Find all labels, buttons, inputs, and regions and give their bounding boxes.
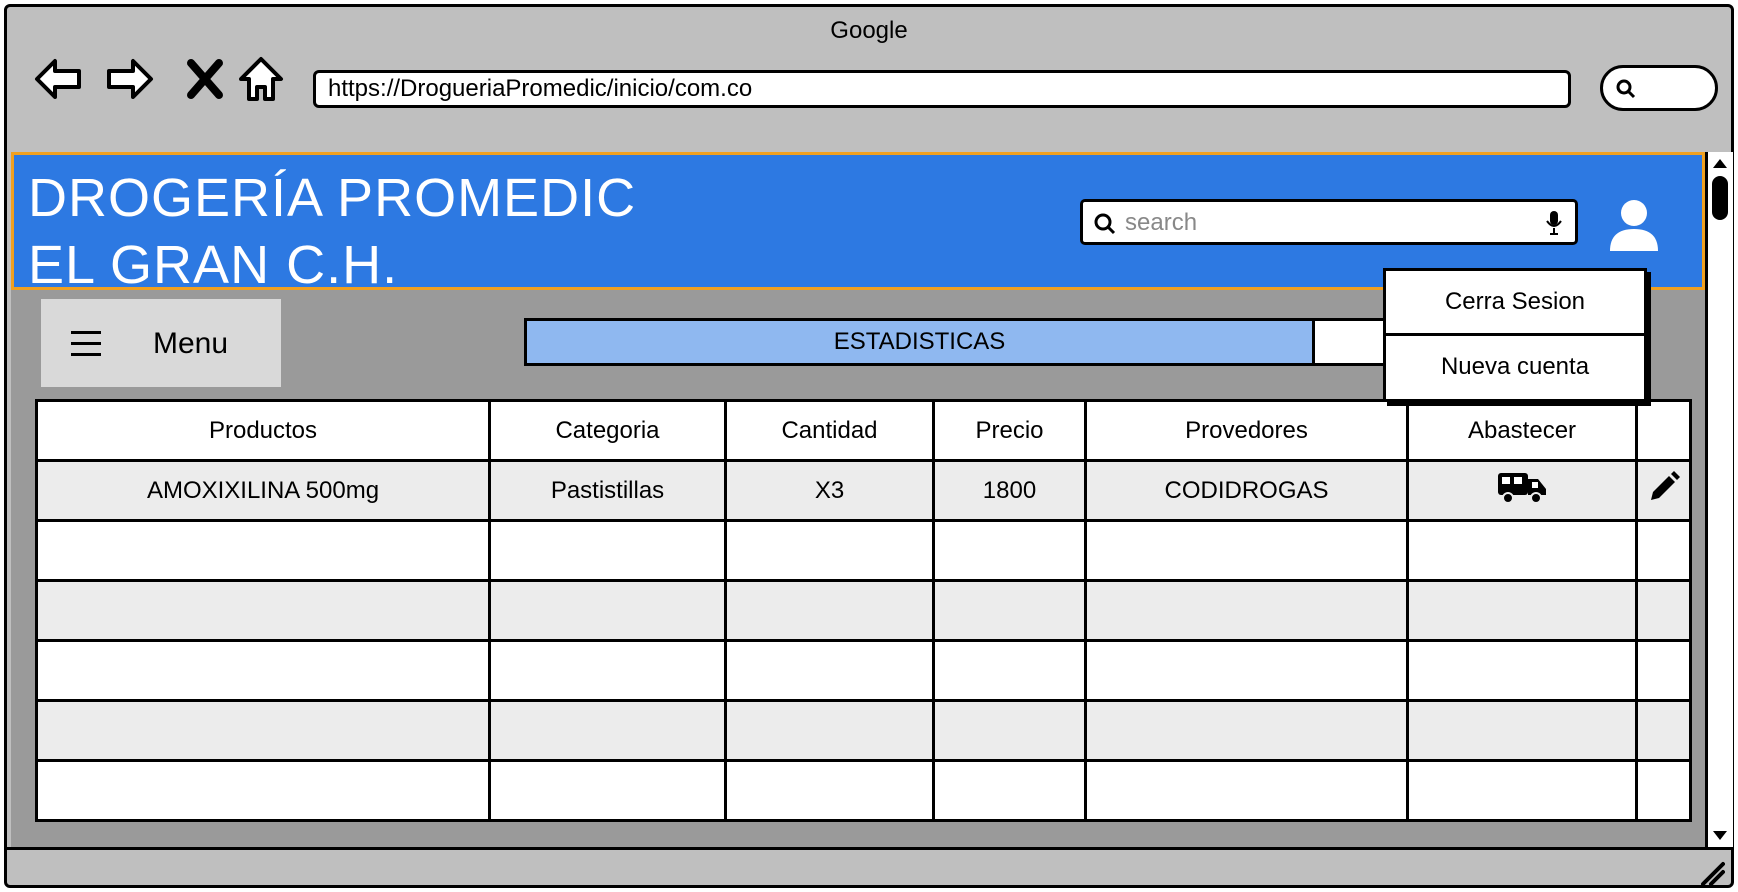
page-content: DROGERÍA PROMEDIC EL GRAN C.H. search Me… (11, 152, 1705, 847)
window-title: Google (830, 17, 908, 44)
vertical-scrollbar[interactable] (1705, 152, 1733, 847)
table-row (35, 519, 1692, 582)
new-account-menu-item[interactable]: Nueva cuenta (1386, 336, 1644, 398)
col-header: Cantidad (724, 399, 935, 462)
search-icon (1094, 213, 1116, 235)
cell-categoria: Pastistillas (488, 459, 727, 522)
user-dropdown-menu: Cerra Sesion Nueva cuenta (1383, 268, 1647, 402)
col-header: Precio (932, 399, 1087, 462)
table-header-row: Productos Categoria Cantidad Precio Prov… (35, 399, 1692, 462)
back-icon[interactable] (31, 51, 87, 107)
microphone-icon[interactable] (1545, 209, 1563, 237)
col-header: Abastecer (1406, 399, 1638, 462)
table-row (35, 639, 1692, 702)
col-header: Provedores (1084, 399, 1409, 462)
col-header: Productos (35, 399, 491, 462)
address-bar[interactable]: https://DrogueriaPromedic/inicio/com.co (313, 70, 1571, 108)
table-row (35, 699, 1692, 762)
browser-search-field[interactable] (1600, 65, 1718, 111)
search-placeholder: search (1125, 209, 1198, 236)
cell-precio: 1800 (932, 459, 1087, 522)
cell-producto: AMOXIXILINA 500mg (35, 459, 491, 522)
scroll-up-icon[interactable] (1711, 156, 1729, 170)
status-bar (7, 847, 1731, 891)
resize-grip-icon[interactable] (1699, 860, 1725, 886)
table-row (35, 759, 1692, 822)
user-icon[interactable] (1604, 195, 1664, 255)
cell-cantidad: X3 (724, 459, 935, 522)
col-header: Categoria (488, 399, 727, 462)
hamburger-icon (71, 331, 101, 356)
scrollbar-thumb[interactable] (1712, 176, 1728, 220)
logout-menu-item[interactable]: Cerra Sesion (1386, 271, 1644, 336)
browser-window: Google https://DrogueriaPromedic/inicio/… (4, 4, 1734, 888)
forward-icon[interactable] (101, 51, 157, 107)
header-search-input[interactable]: search (1080, 199, 1578, 245)
scroll-down-icon[interactable] (1711, 829, 1729, 843)
products-table: Productos Categoria Cantidad Precio Prov… (35, 399, 1692, 822)
menu-label: Menu (153, 327, 229, 360)
site-brand: DROGERÍA PROMEDIC EL GRAN C.H. (28, 165, 636, 299)
cell-proveedor: CODIDROGAS (1084, 459, 1409, 522)
cell-abastecer (1406, 459, 1638, 522)
table-row (35, 579, 1692, 642)
stop-icon[interactable] (177, 51, 233, 107)
pencil-icon[interactable] (1647, 470, 1681, 504)
col-header (1635, 399, 1692, 462)
truck-icon[interactable] (1496, 467, 1548, 507)
cell-edit (1635, 459, 1692, 522)
search-icon (1616, 79, 1636, 99)
brand-line-1: DROGERÍA PROMEDIC (28, 168, 637, 228)
menu-button[interactable]: Menu (41, 299, 281, 387)
home-icon[interactable] (233, 51, 289, 107)
tab-estadisticas[interactable]: ESTADISTICAS (527, 321, 1315, 363)
brand-line-2: EL GRAN C.H. (28, 235, 399, 295)
table-row: AMOXIXILINA 500mg Pastistillas X3 1800 C… (35, 459, 1692, 522)
